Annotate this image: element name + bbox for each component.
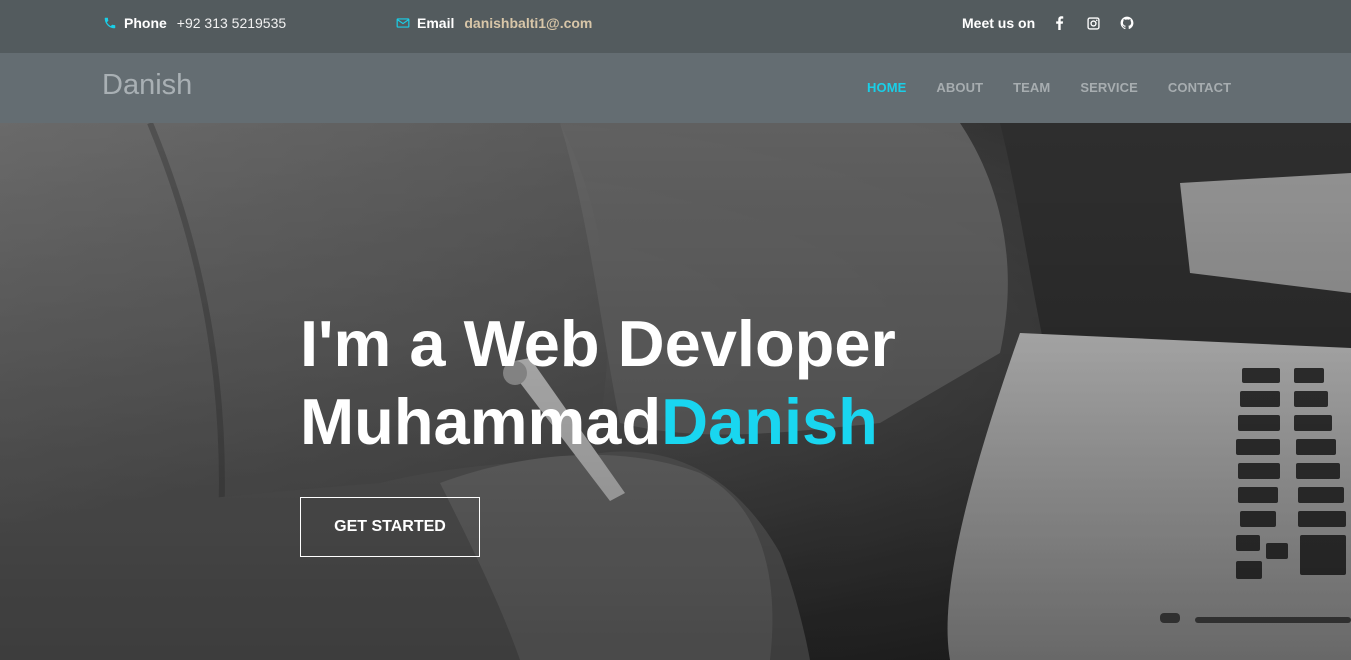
- email-link[interactable]: danishbalti1@.com: [464, 15, 592, 31]
- hero-headline: I'm a Web Devloper MuhammadDanish: [300, 305, 896, 461]
- hero-name-accent: Danish: [661, 385, 878, 458]
- envelope-icon: [396, 16, 410, 30]
- nav-menu: HOME ABOUT TEAM SERVICE CONTACT: [852, 53, 1246, 121]
- get-started-button[interactable]: GET STARTED: [300, 497, 480, 557]
- email-label: Email: [417, 15, 455, 31]
- social-links: Meet us on: [962, 0, 1154, 46]
- social-label: Meet us on: [962, 15, 1036, 31]
- nav-contact[interactable]: CONTACT: [1153, 80, 1246, 95]
- contact-topbar: Phone +92 313 5219535 Email danishbalti1…: [0, 0, 1351, 53]
- nav-about[interactable]: ABOUT: [921, 80, 998, 95]
- main-navbar: Danish HOME ABOUT TEAM SERVICE CONTACT: [0, 53, 1351, 123]
- phone-icon: [103, 16, 117, 30]
- hero-line-1: I'm a Web Devloper: [300, 307, 896, 380]
- github-icon[interactable]: [1120, 16, 1134, 30]
- brand-logo[interactable]: Danish: [102, 53, 192, 117]
- phone-value: +92 313 5219535: [176, 15, 287, 31]
- nav-service[interactable]: SERVICE: [1065, 80, 1153, 95]
- phone-contact: Phone +92 313 5219535: [103, 0, 286, 46]
- facebook-icon[interactable]: [1052, 16, 1066, 30]
- email-contact: Email danishbalti1@.com: [396, 0, 592, 46]
- hero-section: I'm a Web Devloper MuhammadDanish GET ST…: [0, 123, 1351, 660]
- phone-label: Phone: [124, 15, 167, 31]
- nav-home[interactable]: HOME: [852, 80, 921, 95]
- hero-name-first: Muhammad: [300, 385, 662, 458]
- instagram-icon[interactable]: [1086, 16, 1100, 30]
- nav-team[interactable]: TEAM: [998, 80, 1065, 95]
